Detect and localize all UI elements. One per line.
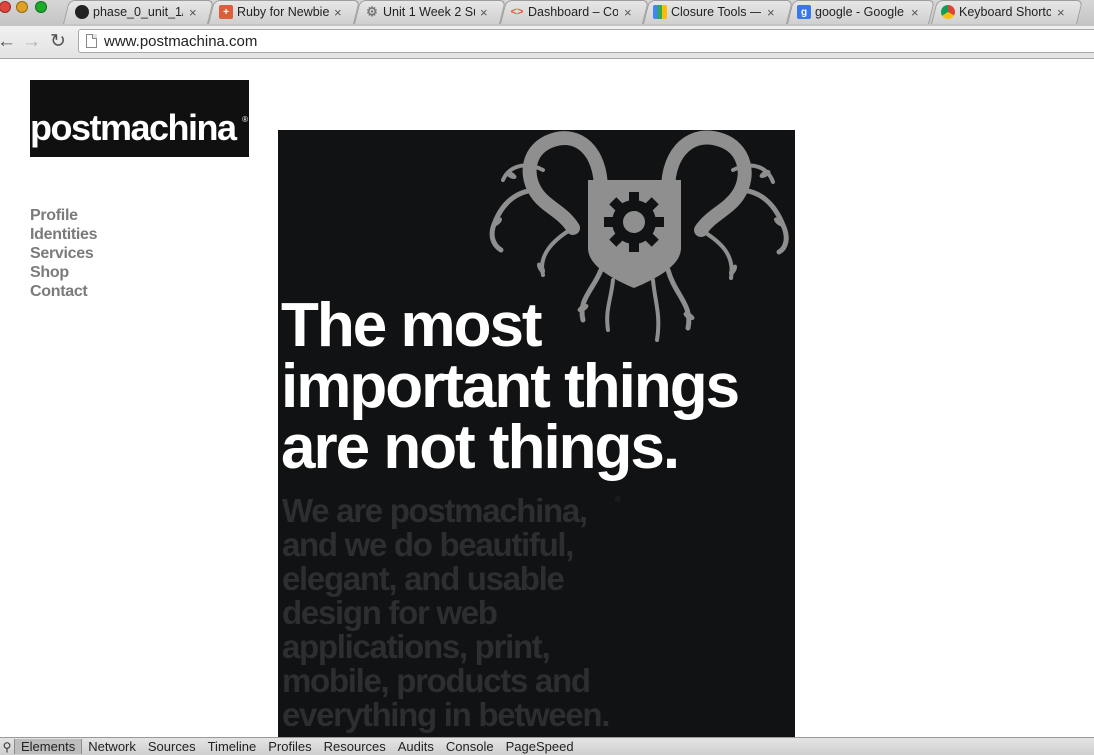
url-text: www.postmachina.com [104, 33, 258, 50]
github-icon [75, 5, 89, 19]
browser-tab-google-content: g google - Google [797, 0, 905, 24]
tab-close-icon[interactable]: × [334, 5, 342, 20]
browser-tab-github-content: phase_0_unit_1/v [75, 0, 183, 24]
tab-title: Ruby for Newbies [237, 5, 329, 19]
headline-line: are not things. [281, 413, 680, 482]
headline-line: important things [281, 352, 740, 421]
tab-close-icon[interactable]: × [189, 5, 197, 20]
subtext-line: applications, print, [282, 628, 551, 665]
back-arrow-icon[interactable]: ← [0, 31, 16, 53]
subtext-line: We are postmachina, [282, 492, 588, 529]
nav-link-services[interactable]: Services [30, 244, 97, 263]
devtools-tab-profiles[interactable]: Profiles [262, 739, 317, 754]
subtext-line: mobile, products and [282, 662, 591, 699]
devtools-tab-pagespeed[interactable]: PageSpeed [500, 739, 580, 754]
chrome-icon [941, 5, 955, 19]
tab-title: Dashboard – Cod [528, 5, 618, 19]
browser-tab-ruby-content: + Ruby for Newbies [219, 0, 329, 24]
tab-title: phase_0_unit_1/v [93, 5, 183, 19]
nav-link-shop[interactable]: Shop [30, 263, 97, 282]
hero-panel: The most important things are not things… [278, 130, 795, 740]
page-icon [86, 34, 97, 48]
subtext-line: elegant, and usable [282, 560, 565, 597]
nav-link-contact[interactable]: Contact [30, 282, 97, 301]
tab-title: Closure Tools — [671, 5, 761, 19]
tab-close-icon[interactable]: × [911, 5, 919, 20]
search-icon[interactable]: ⚲ [0, 740, 14, 754]
tab-close-icon[interactable]: × [624, 5, 632, 20]
tab-title: Unit 1 Week 2 Su [383, 5, 475, 19]
hero-subtext: We are postmachina, and we do beautiful,… [282, 492, 610, 733]
browser-tab-strip: phase_0_unit_1/v × + Ruby for Newbies × … [0, 0, 1094, 26]
devtools-tab-bar: ⚲ Elements Network Sources Timeline Prof… [0, 737, 1094, 755]
tab-close-icon[interactable]: × [767, 5, 775, 20]
browser-tab-closure-content: Closure Tools — [653, 0, 761, 24]
tab-title: google - Google [815, 5, 904, 19]
devtools-tab-timeline[interactable]: Timeline [202, 739, 263, 754]
nav-link-identities[interactable]: Identities [30, 225, 98, 244]
browser-tab-dashboard-content: <> Dashboard – Cod [510, 0, 618, 24]
closure-icon [653, 5, 667, 19]
headline-line: The most [281, 291, 543, 360]
tutsplus-icon: + [219, 5, 233, 19]
devtools-tab-resources[interactable]: Resources [318, 739, 392, 754]
site-logo[interactable]: postmachina ® [30, 80, 249, 157]
browser-tab-keyboard-shortcuts-content: Keyboard Shortc [941, 0, 1051, 24]
nav-link-profile[interactable]: Profile [30, 206, 97, 225]
codecademy-icon: <> [510, 6, 524, 18]
site-nav: Profile Identities Services Shop Contact [30, 206, 98, 301]
hero-headline: The most important things are not things… [281, 291, 740, 482]
browser-tab-unit1-content: ⚙ Unit 1 Week 2 Su [365, 0, 475, 24]
devtools-tab-sources[interactable]: Sources [142, 739, 202, 754]
devtools-tab-elements[interactable]: Elements [14, 739, 83, 754]
google-icon: g [797, 5, 811, 19]
tab-close-icon[interactable]: × [480, 5, 488, 20]
close-window-button[interactable] [0, 1, 11, 13]
browser-toolbar: ← → ↻ www.postmachina.com [0, 26, 1094, 59]
devtools-tab-network[interactable]: Network [82, 739, 142, 754]
address-bar[interactable]: www.postmachina.com [78, 29, 1094, 53]
forward-arrow-icon[interactable]: → [22, 31, 41, 53]
subtext-line: and we do beautiful, [282, 526, 574, 563]
devtools-tab-audits[interactable]: Audits [392, 739, 440, 754]
tab-close-icon[interactable]: × [1057, 5, 1065, 20]
tab-title: Keyboard Shortc [959, 5, 1051, 19]
subtext-line: design for web [282, 594, 498, 631]
minimize-window-button[interactable] [16, 1, 28, 13]
subtext-registered-mark: ® [615, 495, 621, 504]
devtools-tab-console[interactable]: Console [440, 739, 500, 754]
zoom-window-button[interactable] [35, 1, 47, 13]
gear-icon: ⚙ [366, 4, 378, 19]
logo-text: postmachina [30, 107, 237, 148]
registered-mark: ® [242, 115, 248, 124]
subtext-line: everything in between. [282, 696, 610, 733]
reload-icon[interactable]: ↻ [50, 30, 66, 53]
